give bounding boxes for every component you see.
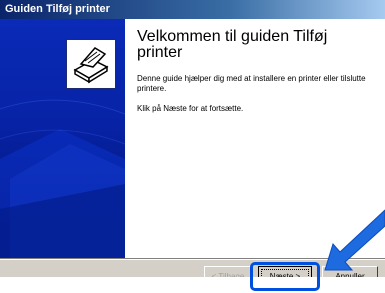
- wizard-description: Denne guide hjælper dig med at installer…: [137, 74, 366, 93]
- wizard-content: Velkommen til guiden Tilføj printer Denn…: [125, 19, 385, 258]
- next-button-highlight: [250, 262, 320, 291]
- wizard-hint: Klik på Næste for at fortsætte.: [137, 104, 244, 113]
- cancel-button[interactable]: Annuller: [322, 266, 378, 277]
- back-button[interactable]: < Tilbage: [204, 266, 252, 277]
- wizard-banner: [0, 19, 125, 258]
- add-printer-wizard-window: Guiden Tilføj printer Velkommen til guid…: [0, 0, 385, 277]
- title-bar[interactable]: Guiden Tilføj printer: [0, 0, 385, 19]
- window-title: Guiden Tilføj printer: [5, 3, 110, 15]
- wizard-heading: Velkommen til guiden Tilføj printer: [137, 28, 328, 61]
- printer-icon: [66, 39, 116, 89]
- button-separator: [0, 258, 385, 260]
